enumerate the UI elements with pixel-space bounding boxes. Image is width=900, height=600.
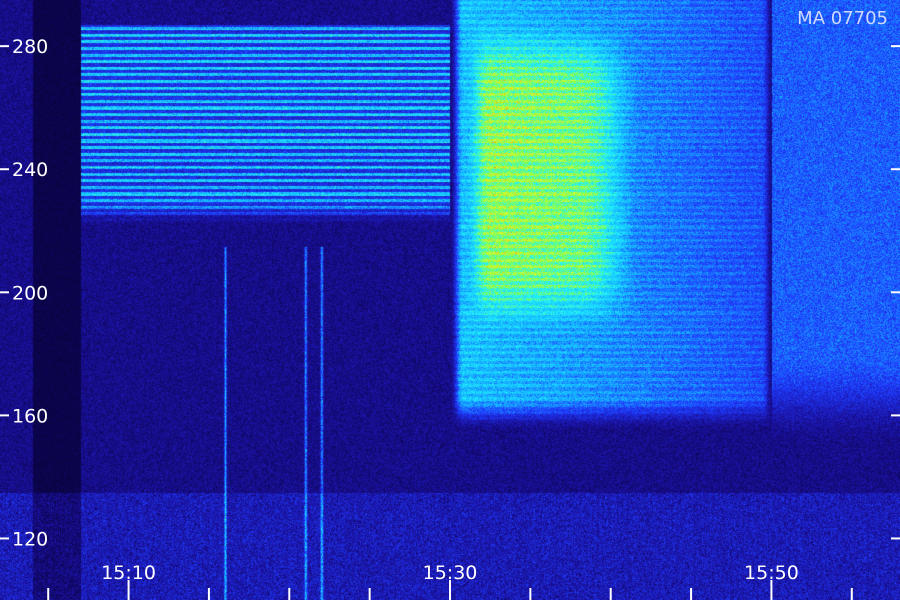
x-tick-label-15-30: 15:30 — [423, 562, 478, 584]
x-tick-label-15-50: 15:50 — [744, 562, 799, 584]
corner-label: MA 07705 — [797, 8, 888, 29]
spectrogram-plot: 120 160 200 240 280 15:10 15:30 15:50 MA 07705 — [0, 0, 900, 600]
x-tick-label-15-10: 15:10 — [101, 562, 156, 584]
y-tick-label-280: 280 — [12, 36, 48, 58]
y-tick-label-120: 120 — [12, 528, 48, 550]
spectrogram-heatmap — [0, 0, 900, 600]
y-tick-label-240: 240 — [12, 159, 48, 181]
y-tick-label-160: 160 — [12, 405, 48, 427]
y-tick-label-200: 200 — [12, 282, 48, 304]
